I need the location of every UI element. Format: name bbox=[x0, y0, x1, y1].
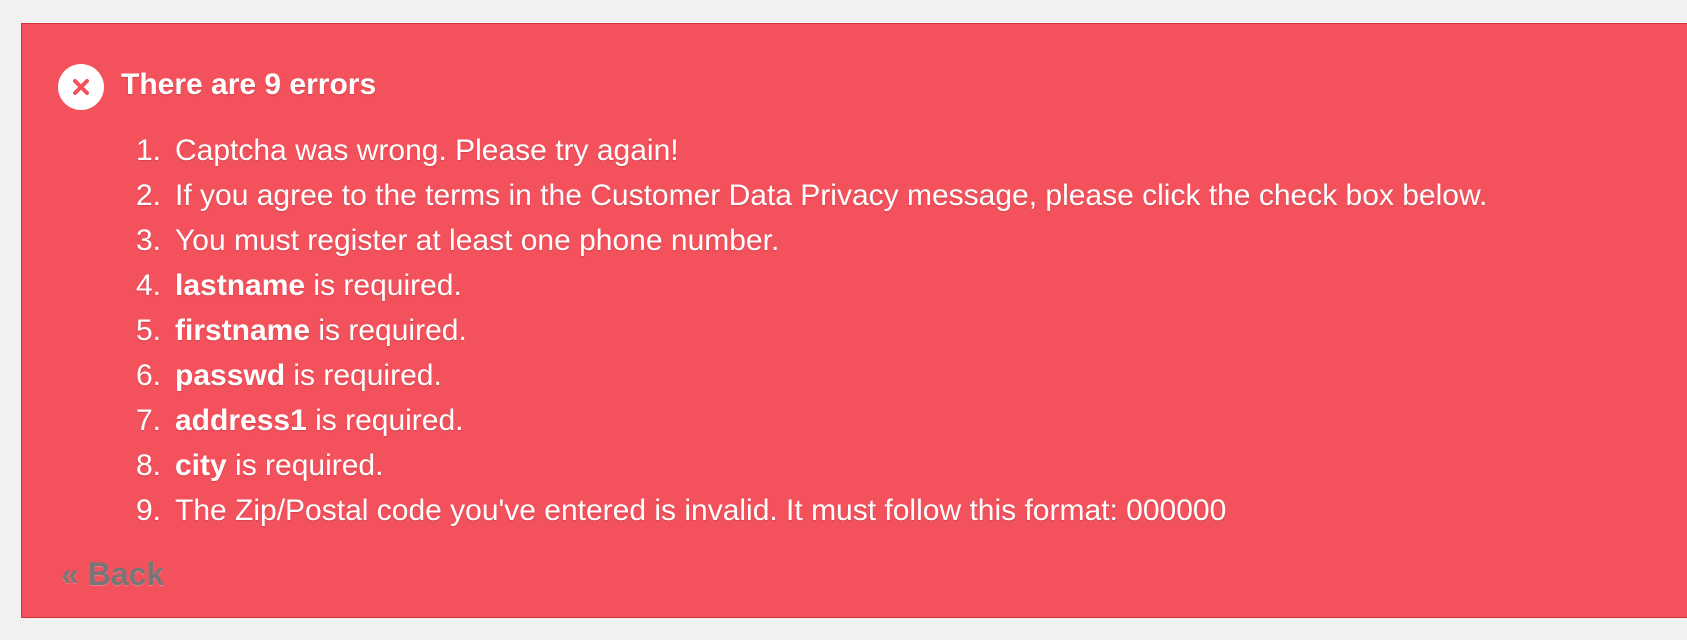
error-number: 8. bbox=[135, 449, 161, 482]
error-number: 9. bbox=[135, 494, 161, 527]
error-message: is required. bbox=[310, 314, 467, 347]
error-number: 1. bbox=[135, 134, 161, 167]
error-number: 5. bbox=[135, 314, 161, 347]
error-field: city bbox=[175, 449, 227, 482]
error-item-9: 9. The Zip/Postal code you've entered is… bbox=[117, 488, 1487, 533]
error-message: is required. bbox=[285, 359, 442, 392]
error-alert: There are 9 errors 1. Captcha was wrong.… bbox=[21, 23, 1687, 618]
back-link[interactable]: « Back bbox=[61, 554, 164, 594]
error-field: address1 bbox=[175, 404, 307, 437]
error-item-8: 8. city is required. bbox=[117, 443, 1487, 488]
error-number: 6. bbox=[135, 359, 161, 392]
error-number: 2. bbox=[135, 179, 161, 212]
error-item-3: 3. You must register at least one phone … bbox=[117, 218, 1487, 263]
alert-title: There are 9 errors bbox=[121, 68, 377, 101]
error-message: You must register at least one phone num… bbox=[175, 224, 780, 257]
error-text: Captcha was wrong. Please try again! bbox=[175, 128, 679, 173]
error-item-6: 6. passwd is required. bbox=[117, 353, 1487, 398]
error-message: is required. bbox=[226, 449, 384, 482]
error-field: lastname bbox=[175, 269, 306, 302]
error-field: passwd bbox=[175, 359, 286, 392]
error-text: You must register at least one phone num… bbox=[175, 218, 779, 263]
error-item-4: 4. lastname is required. bbox=[117, 263, 1487, 308]
close-circle-icon bbox=[58, 64, 104, 110]
error-message: is required. bbox=[305, 269, 462, 302]
error-number: 3. bbox=[135, 224, 161, 257]
error-text: passwd is required. bbox=[175, 353, 442, 398]
error-list: 1. Captcha was wrong. Please try again! … bbox=[117, 128, 1487, 533]
error-message: If you agree to the terms in the Custome… bbox=[175, 179, 1488, 212]
error-text: city is required. bbox=[175, 443, 383, 488]
error-text: lastname is required. bbox=[175, 263, 462, 308]
error-text: firstname is required. bbox=[175, 308, 467, 353]
error-item-2: 2. If you agree to the terms in the Cust… bbox=[117, 173, 1487, 218]
error-item-7: 7. address1 is required. bbox=[117, 398, 1487, 443]
error-text: address1 is required. bbox=[175, 398, 464, 443]
error-item-5: 5. firstname is required. bbox=[117, 308, 1487, 353]
error-item-1: 1. Captcha was wrong. Please try again! bbox=[117, 128, 1487, 173]
error-text: If you agree to the terms in the Custome… bbox=[175, 173, 1487, 218]
error-number: 4. bbox=[135, 269, 161, 302]
error-text: The Zip/Postal code you've entered is in… bbox=[175, 488, 1226, 533]
error-message: Captcha was wrong. Please try again! bbox=[175, 134, 679, 167]
error-field: firstname bbox=[175, 314, 311, 347]
alert-header: There are 9 errors bbox=[58, 64, 376, 110]
error-number: 7. bbox=[135, 404, 161, 437]
error-message: The Zip/Postal code you've entered is in… bbox=[175, 494, 1227, 527]
error-message: is required. bbox=[306, 404, 464, 437]
